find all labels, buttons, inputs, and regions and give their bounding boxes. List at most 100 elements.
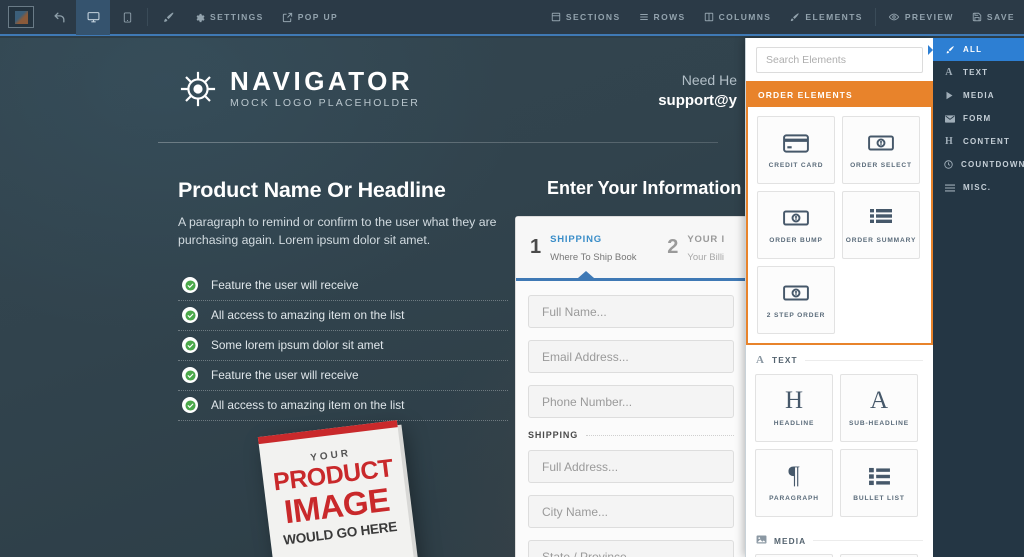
letter-a-icon: A: [945, 67, 954, 78]
bullet-list-icon: [868, 463, 891, 489]
product-image-mockup: YOUR PRODUCT IMAGE WOULD GO HERE: [250, 420, 460, 557]
check-circle-icon: [182, 307, 198, 324]
brush-icon: [791, 12, 799, 21]
element-tile-order-summary[interactable]: ORDER SUMMARY: [842, 191, 920, 259]
list-icon: [869, 205, 893, 231]
banknote-icon: [868, 130, 894, 156]
columns-button[interactable]: COLUMNS: [695, 0, 781, 35]
text-group-title: TEXT: [772, 355, 798, 365]
nav-item-label: MISC.: [963, 183, 992, 192]
form-steps: 1 SHIPPING Where To Ship Book 2 YOUR I Y…: [516, 217, 746, 278]
order-elements-grid: CREDIT CARD ORDER SELECT ORDER BUMP ORDE…: [748, 107, 931, 343]
full-name-field[interactable]: Full Name...: [528, 295, 734, 328]
brand-name: NAVIGATOR: [230, 66, 414, 96]
undo-button[interactable]: [42, 0, 76, 35]
element-tile-label: PARAGRAPH: [769, 495, 819, 503]
rows-icon: [639, 14, 648, 20]
nav-item-all[interactable]: ALL: [928, 38, 1024, 61]
elements-category-nav: ALL A TEXT MEDIA FORM H CONTENT COUNTDOW…: [928, 38, 1024, 557]
search-input[interactable]: Search Elements: [756, 47, 923, 73]
external-window-icon: [282, 12, 292, 22]
element-tile-label: ORDER SELECT: [850, 162, 912, 170]
columns-label: COLUMNS: [718, 12, 772, 22]
element-tile-order-select[interactable]: ORDER SELECT: [842, 116, 920, 184]
step-billing[interactable]: 2 YOUR I Your Billi: [653, 217, 746, 278]
element-tile-paragraph[interactable]: ¶ PARAGRAPH: [755, 449, 833, 517]
element-tile-sub-headline[interactable]: A SUB-HEADLINE: [840, 374, 918, 442]
list-item-label: Feature the user will receive: [211, 368, 359, 383]
element-tile-bullet-list[interactable]: BULLET LIST: [840, 449, 918, 517]
nav-item-label: COUNTDOWN: [961, 160, 1024, 169]
divider: [804, 359, 923, 361]
media-elements-grid: [746, 552, 933, 557]
element-tile-label: BULLET LIST: [853, 495, 905, 503]
step-title: YOUR I: [687, 234, 725, 245]
form-column: Enter Your Information To 1 SHIPPING Whe…: [515, 178, 750, 557]
desktop-view-button[interactable]: [76, 0, 110, 35]
nav-item-countdown[interactable]: COUNTDOWN: [933, 153, 1024, 176]
list-item-label: Feature the user will receive: [211, 278, 359, 293]
brand-text: NAVIGATOR MOCK LOGO PLACEHOLDER: [230, 66, 420, 109]
brush-icon: [944, 45, 955, 55]
step-number: 1: [530, 235, 542, 258]
mobile-view-button[interactable]: [151, 0, 185, 35]
email-field[interactable]: Email Address...: [528, 340, 734, 373]
gear-icon: [196, 13, 205, 22]
credit-card-icon: [783, 130, 809, 156]
feature-list: Feature the user will receive All access…: [178, 271, 508, 422]
list-item: Some lorem ipsum dolor sit amet: [178, 331, 508, 362]
order-elements-header: ORDER ELEMENTS: [748, 83, 931, 107]
list-item: Feature the user will receive: [178, 271, 508, 302]
popup-button[interactable]: POP UP: [273, 0, 347, 35]
address-field[interactable]: Full Address...: [528, 450, 734, 483]
elements-panel: Search Elements ORDER ELEMENTS CREDIT CA…: [745, 38, 933, 557]
banknote-icon: [783, 280, 809, 306]
form-title: Enter Your Information To: [547, 178, 750, 198]
preview-button[interactable]: PREVIEW: [879, 0, 963, 35]
nav-item-form[interactable]: FORM: [933, 107, 1024, 130]
settings-button[interactable]: SETTINGS: [185, 0, 273, 35]
city-field[interactable]: City Name...: [528, 495, 734, 528]
check-circle-icon: [182, 397, 198, 414]
nav-item-misc[interactable]: MISC.: [933, 176, 1024, 199]
help-block: Need He support@y: [658, 72, 737, 109]
step-labels: SHIPPING Where To Ship Book: [550, 229, 643, 265]
phone-field[interactable]: Phone Number...: [528, 385, 734, 418]
check-circle-icon: [182, 277, 198, 294]
element-tile-order-bump[interactable]: ORDER BUMP: [757, 191, 835, 259]
nav-item-label: FORM: [963, 114, 992, 123]
toolbar-divider-2: [874, 8, 876, 26]
brand-logo: NAVIGATOR MOCK LOGO PLACEHOLDER: [178, 66, 420, 109]
nav-item-media[interactable]: MEDIA: [933, 84, 1024, 107]
shipping-section-label: SHIPPING: [528, 430, 734, 440]
sections-button[interactable]: SECTIONS: [542, 0, 630, 35]
nav-item-content[interactable]: H CONTENT: [933, 130, 1024, 153]
elements-button[interactable]: ELEMENTS: [780, 0, 871, 35]
desktop-icon: [87, 11, 99, 22]
step-shipping[interactable]: 1 SHIPPING Where To Ship Book: [516, 217, 653, 278]
text-elements-grid: H HEADLINE A SUB-HEADLINE ¶ PARAGRAPH BU…: [746, 372, 933, 526]
rows-button[interactable]: ROWS: [630, 0, 695, 35]
tablet-view-button[interactable]: [110, 0, 144, 35]
envelope-icon: [944, 114, 955, 123]
element-tile-label: SUB-HEADLINE: [848, 420, 910, 428]
sections-icon: [551, 12, 561, 22]
list-item-label: Some lorem ipsum dolor sit amet: [211, 338, 384, 353]
sections-label: SECTIONS: [565, 12, 621, 22]
image-icon: [756, 535, 767, 546]
check-circle-icon: [182, 337, 198, 354]
hamburger-icon: [944, 184, 955, 192]
logo-thumbnail-icon[interactable]: [8, 6, 34, 28]
book-text: YOUR PRODUCT IMAGE WOULD GO HERE: [261, 442, 411, 549]
element-tile-2-step-order[interactable]: 2 STEP ORDER: [757, 266, 835, 334]
element-tile-label: 2 STEP ORDER: [766, 312, 826, 320]
letter-a-icon: A: [756, 354, 766, 366]
media-group-header: MEDIA: [746, 526, 933, 552]
save-button[interactable]: SAVE: [963, 0, 1024, 35]
element-tile-headline[interactable]: H HEADLINE: [755, 374, 833, 442]
element-tile-label: HEADLINE: [773, 420, 815, 428]
state-field[interactable]: State / Province...: [528, 540, 734, 557]
nav-item-text[interactable]: A TEXT: [933, 61, 1024, 84]
element-tile-credit-card[interactable]: CREDIT CARD: [757, 116, 835, 184]
list-item: All access to amazing item on the list: [178, 301, 508, 332]
